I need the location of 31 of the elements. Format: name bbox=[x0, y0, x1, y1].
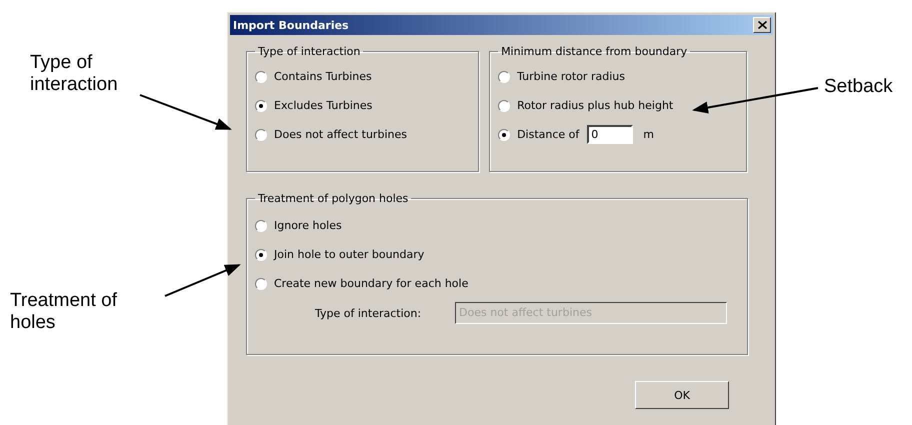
radio-label[interactable]: Contains Turbines bbox=[274, 70, 372, 83]
callout-label: Treatment of holes bbox=[10, 290, 118, 334]
radio-button[interactable] bbox=[498, 128, 510, 140]
radio-button[interactable] bbox=[255, 128, 267, 140]
distance-field[interactable]: 0 bbox=[587, 125, 634, 144]
group-title: Treatment of polygon holes bbox=[257, 192, 410, 205]
radio-button[interactable] bbox=[498, 100, 510, 112]
radio-button[interactable] bbox=[255, 100, 267, 112]
callout-label: Setback bbox=[824, 76, 893, 98]
radio-label[interactable]: Ignore holes bbox=[274, 219, 342, 232]
close-icon bbox=[758, 21, 766, 29]
ok-button[interactable]: OK bbox=[635, 381, 729, 409]
radio-label[interactable]: Join hole to outer boundary bbox=[274, 248, 424, 261]
radio-button[interactable] bbox=[255, 278, 267, 290]
radio-button[interactable] bbox=[498, 70, 510, 82]
group-title: Minimum distance from boundary bbox=[500, 45, 688, 58]
radio-label[interactable]: Does not affect turbines bbox=[274, 128, 407, 141]
radio-button[interactable] bbox=[255, 248, 267, 260]
radio-label[interactable]: Create new boundary for each hole bbox=[274, 277, 468, 290]
field-label: Type of interaction: bbox=[315, 306, 422, 320]
radio-button[interactable] bbox=[255, 220, 267, 232]
radio-label[interactable]: Distance of bbox=[517, 128, 580, 141]
radio-label[interactable]: Excludes Turbines bbox=[274, 99, 372, 112]
callout-label: Type of interaction bbox=[30, 52, 118, 96]
radio-label[interactable]: Turbine rotor radius bbox=[517, 70, 625, 83]
radio-label[interactable]: Rotor radius plus hub height bbox=[517, 99, 674, 112]
unit-label: m bbox=[643, 128, 654, 141]
group-title: Type of interaction bbox=[257, 45, 362, 58]
close-button[interactable] bbox=[753, 17, 771, 33]
window-title: Import Boundaries bbox=[233, 18, 349, 32]
radio-button[interactable] bbox=[255, 70, 267, 82]
